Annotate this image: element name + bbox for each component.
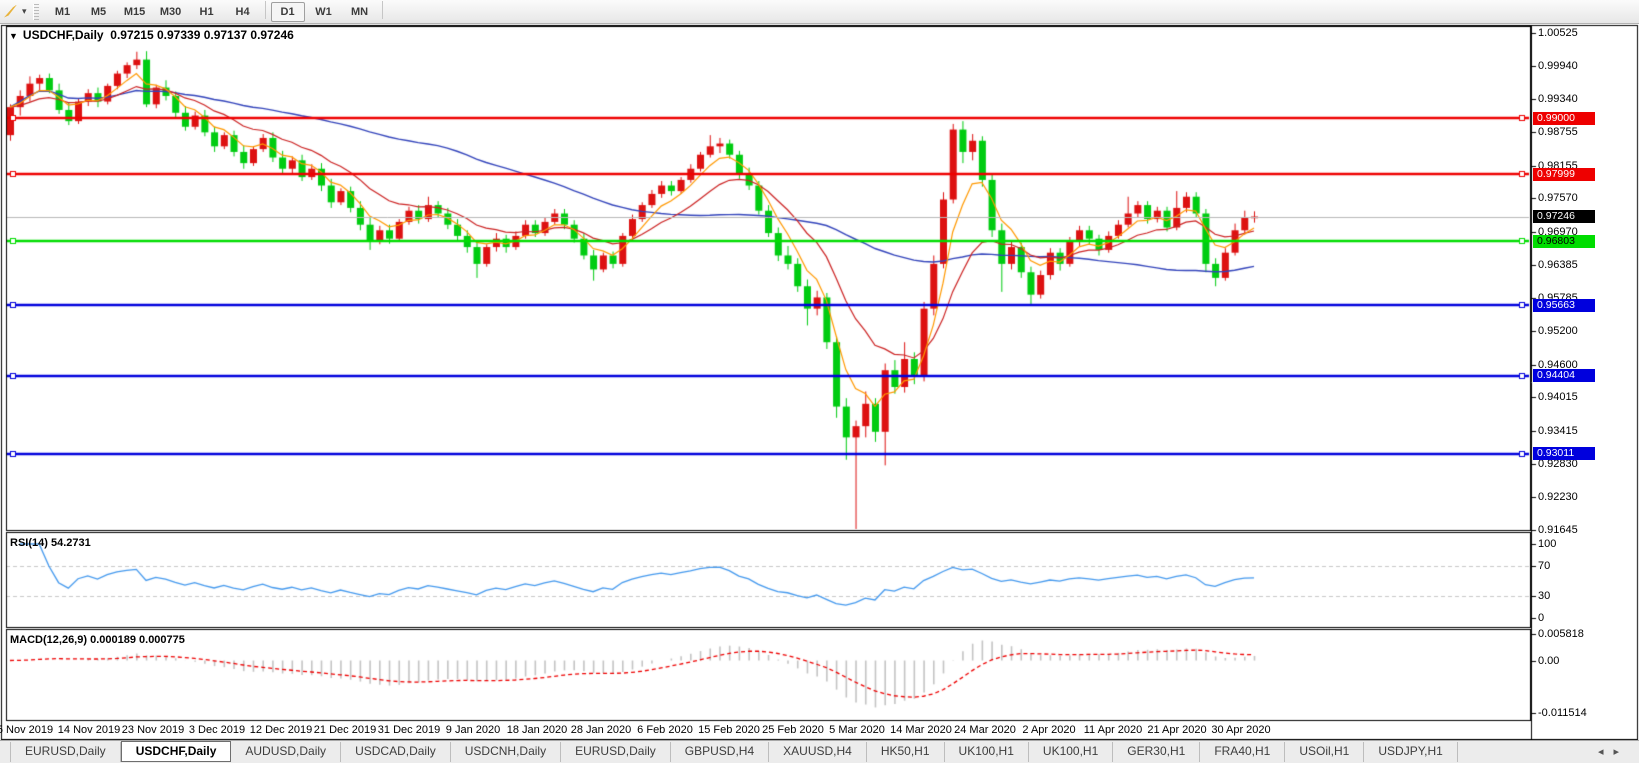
- chart-tab-usdcad-daily[interactable]: USDCAD,Daily: [341, 742, 451, 762]
- price-axis-label: 0.91645: [1538, 524, 1578, 536]
- chart-menu-caret-icon[interactable]: ▼: [9, 31, 18, 41]
- price-line-badge: 0.93011: [1533, 447, 1595, 460]
- date-axis-label: 21 Apr 2020: [1147, 724, 1206, 736]
- date-axis-label: 11 Apr 2020: [1084, 724, 1143, 736]
- toolbar-dropdown-caret-icon[interactable]: ▾: [22, 6, 27, 17]
- chart-tab-fra40-h1[interactable]: FRA40,H1: [1200, 742, 1285, 762]
- chart-tab-eurusd-daily[interactable]: EURUSD,Daily: [561, 742, 671, 762]
- price-line-badge: 0.94404: [1533, 369, 1595, 382]
- macd-axis-label: 0.005818: [1538, 628, 1584, 640]
- price-axis-label: 0.92230: [1538, 491, 1578, 503]
- chart-ohlc-values: 0.97215 0.97339 0.97137 0.97246: [110, 28, 294, 42]
- chart-tab-hk50-h1[interactable]: HK50,H1: [867, 742, 945, 762]
- price-axis-label: 0.98755: [1538, 126, 1578, 138]
- timeframe-button-m30[interactable]: M30: [154, 2, 188, 22]
- timeframe-button-w1[interactable]: W1: [307, 2, 341, 22]
- date-axis-label: 3 Dec 2019: [189, 724, 245, 736]
- timeframe-toolbar: ▾ M1M5M15M30H1H4 D1W1MN: [0, 0, 1639, 24]
- chart-tab-uk100-h1[interactable]: UK100,H1: [945, 742, 1029, 762]
- rsi-axis-label: 0: [1538, 612, 1544, 624]
- chart-tab-xauusd-h4[interactable]: XAUUSD,H4: [769, 742, 867, 762]
- date-axis-label: 2 Apr 2020: [1022, 724, 1075, 736]
- date-axis-label: 6 Feb 2020: [637, 724, 693, 736]
- chart-tab-eurusd-daily[interactable]: EURUSD,Daily: [10, 742, 121, 762]
- timeframe-button-m1[interactable]: M1: [46, 2, 80, 22]
- chart-tab-ger30-h1[interactable]: GER30,H1: [1113, 742, 1200, 762]
- chart-tab-bar: EURUSD,DailyUSDCHF,DailyAUDUSD,DailyUSDC…: [0, 740, 1639, 763]
- tab-scroll-right-icon[interactable]: ▸: [1613, 746, 1629, 758]
- price-axis-label: 0.93415: [1538, 425, 1578, 437]
- date-axis-label: 25 Feb 2020: [762, 724, 824, 736]
- tab-scroll-left-icon[interactable]: ◂: [1598, 746, 1614, 758]
- date-axis-label: 9 Jan 2020: [446, 724, 500, 736]
- chart-title: ▼ USDCHF,Daily 0.97215 0.97339 0.97137 0.…: [9, 28, 294, 42]
- date-axis-label: 24 Mar 2020: [954, 724, 1016, 736]
- timeframe-button-mn[interactable]: MN: [343, 2, 377, 22]
- price-line-badge: 0.96803: [1533, 235, 1595, 248]
- rsi-axis-label: 30: [1538, 590, 1550, 602]
- toolbar-grip[interactable]: [33, 4, 39, 20]
- price-axis-label: 0.99940: [1538, 60, 1578, 72]
- price-axis-label: 1.00525: [1538, 27, 1578, 39]
- chart-tab-gbpusd-h4[interactable]: GBPUSD,H4: [671, 742, 769, 762]
- price-line-badge: 0.99000: [1533, 112, 1595, 125]
- price-axis-label: 0.99340: [1538, 93, 1578, 105]
- chart-tab-audusd-daily[interactable]: AUDUSD,Daily: [231, 742, 341, 762]
- toolbar-separator: [382, 1, 383, 19]
- timeframe-button-h4[interactable]: H4: [226, 2, 260, 22]
- chart-tab-usdchf-daily[interactable]: USDCHF,Daily: [121, 741, 232, 762]
- price-line-badge: 0.97999: [1533, 168, 1595, 181]
- price-axis-label: 0.97570: [1538, 192, 1578, 204]
- price-chart-canvas[interactable]: [0, 0, 1639, 763]
- macd-axis-label: -0.011514: [1538, 707, 1587, 719]
- date-axis-label: 14 Nov 2019: [58, 724, 120, 736]
- date-axis-label: 5 Nov 2019: [0, 724, 53, 736]
- toolbar-separator: [265, 1, 266, 19]
- date-axis-label: 28 Jan 2020: [571, 724, 632, 736]
- macd-axis-label: 0.00: [1538, 655, 1559, 667]
- macd-indicator-label: MACD(12,26,9) 0.000189 0.000775: [10, 634, 185, 646]
- date-axis-label: 14 Mar 2020: [890, 724, 952, 736]
- chart-tab-uk100-h1[interactable]: UK100,H1: [1029, 742, 1113, 762]
- timeframe-button-h1[interactable]: H1: [190, 2, 224, 22]
- chart-symbol-label: USDCHF,Daily: [23, 28, 104, 42]
- date-axis-label: 30 Apr 2020: [1211, 724, 1270, 736]
- date-axis-label: 15 Feb 2020: [698, 724, 760, 736]
- price-axis-label: 0.96385: [1538, 259, 1578, 271]
- date-axis-label: 23 Nov 2019: [122, 724, 184, 736]
- drawing-tool-icon[interactable]: [3, 4, 20, 20]
- price-axis-label: 0.95200: [1538, 325, 1578, 337]
- timeframe-button-m5[interactable]: M5: [82, 2, 116, 22]
- rsi-indicator-label: RSI(14) 54.2731: [10, 537, 91, 549]
- date-axis-label: 5 Mar 2020: [829, 724, 885, 736]
- chart-tab-usoil-h1[interactable]: USOil,H1: [1285, 742, 1364, 762]
- price-line-badge: 0.95663: [1533, 299, 1595, 312]
- date-axis-label: 31 Dec 2019: [378, 724, 440, 736]
- timeframe-button-d1[interactable]: D1: [271, 2, 305, 22]
- price-axis-label: 0.94015: [1538, 391, 1578, 403]
- current-price-badge: 0.97246: [1533, 210, 1595, 223]
- timeframe-button-m15[interactable]: M15: [118, 2, 152, 22]
- date-axis-label: 21 Dec 2019: [314, 724, 376, 736]
- date-axis-label: 12 Dec 2019: [250, 724, 312, 736]
- chart-tab-usdjpy-h1[interactable]: USDJPY,H1: [1364, 742, 1457, 762]
- date-axis-label: 18 Jan 2020: [507, 724, 568, 736]
- rsi-axis-label: 100: [1538, 538, 1556, 550]
- rsi-axis-label: 70: [1538, 560, 1550, 572]
- chart-tab-usdcnh-daily[interactable]: USDCNH,Daily: [451, 742, 561, 762]
